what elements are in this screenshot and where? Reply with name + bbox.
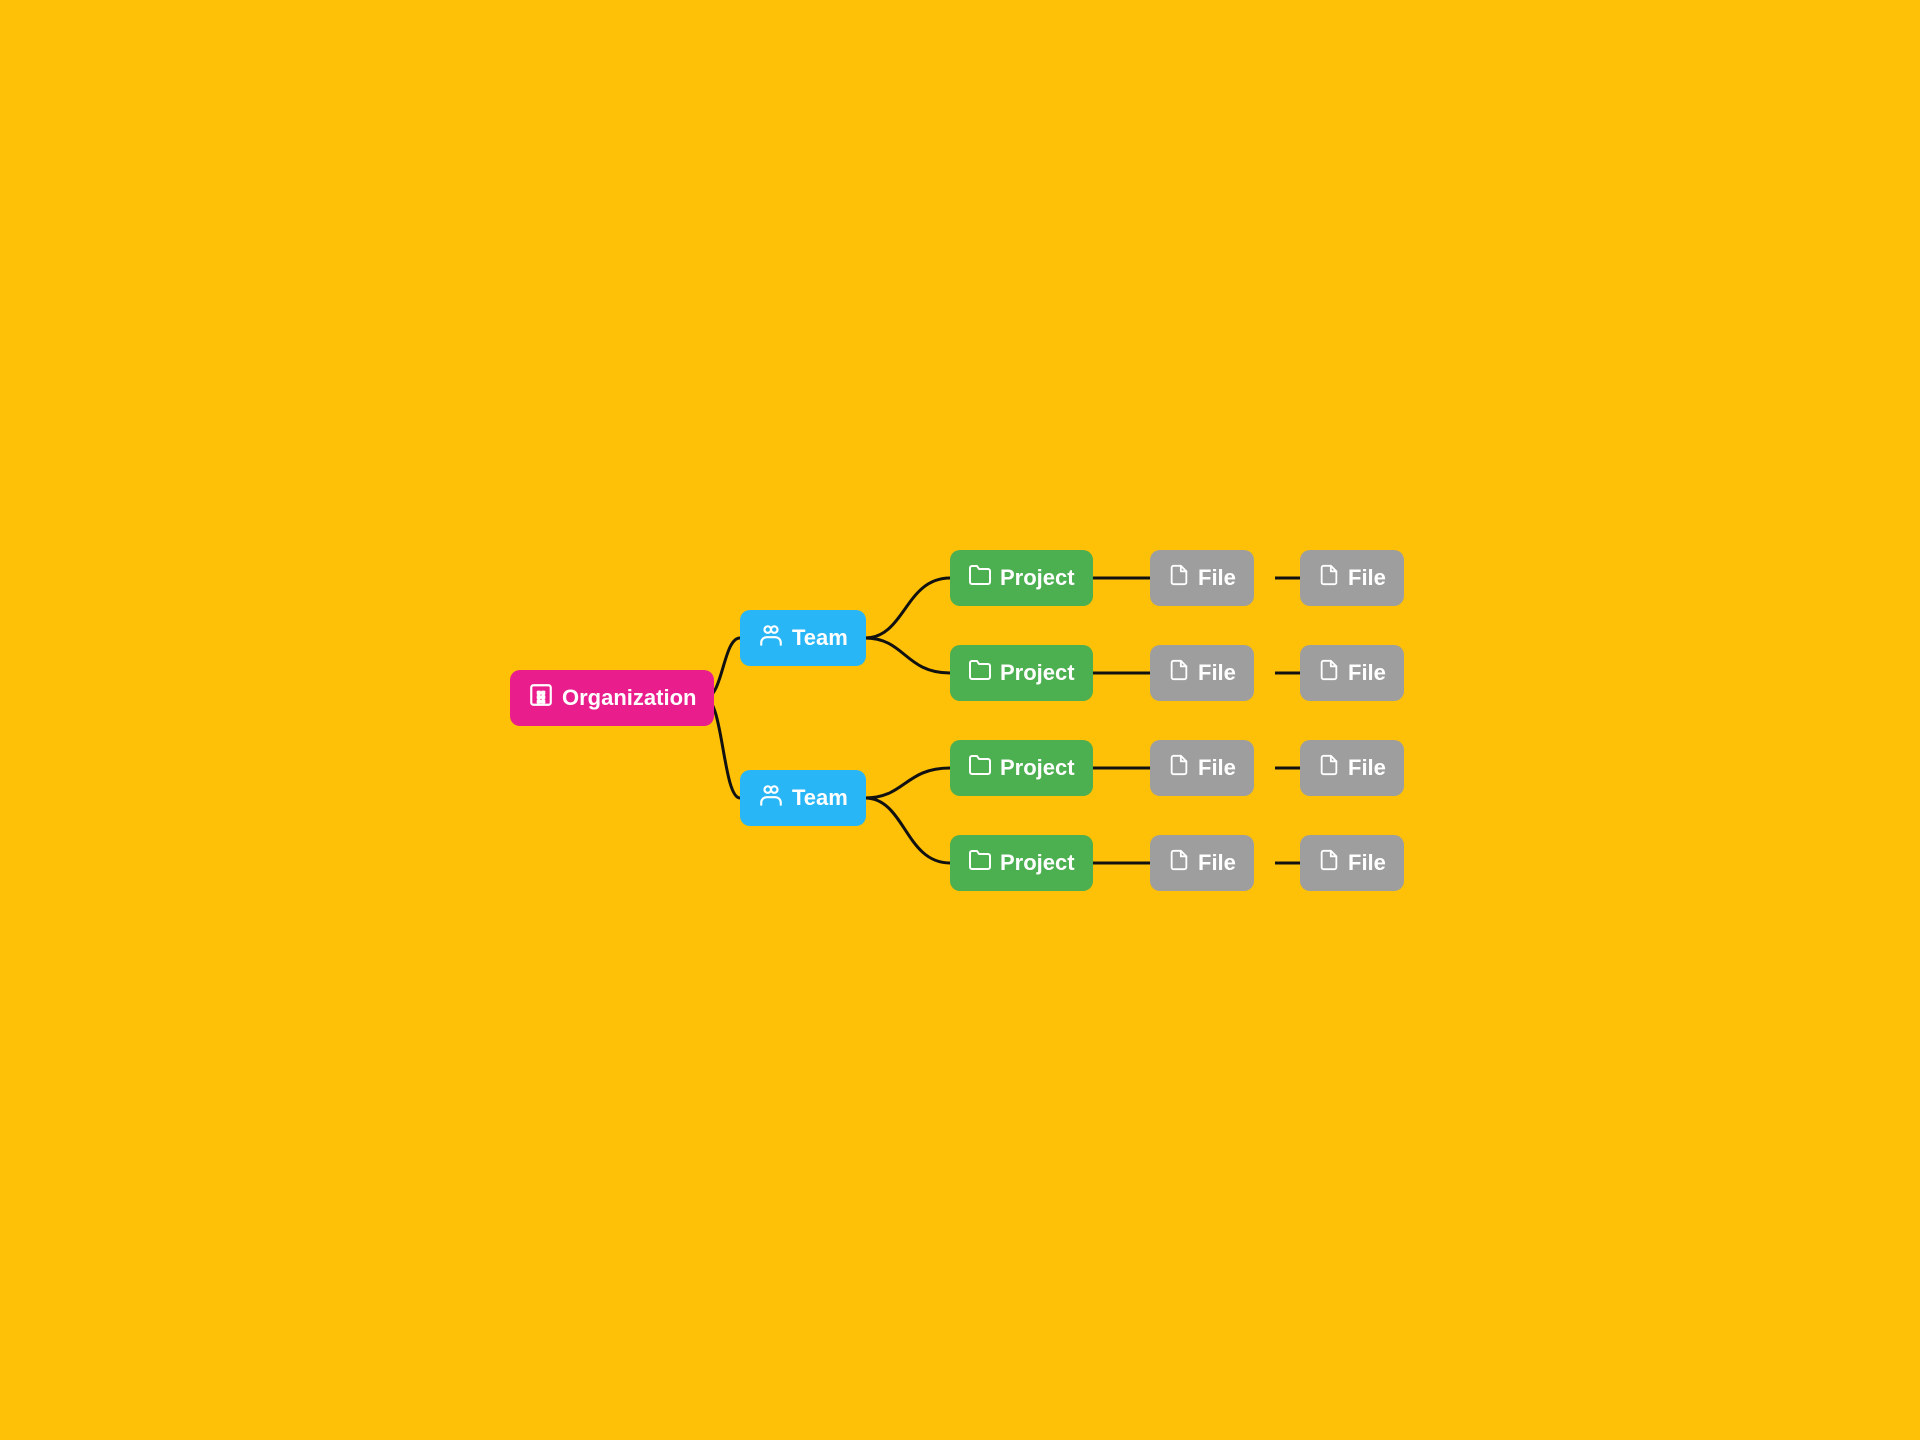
folder-icon-2 [968,658,992,688]
project3-node[interactable]: Project [950,740,1093,796]
file5-label: File [1348,565,1386,591]
project2-label: Project [1000,660,1075,686]
file-icon-8 [1318,849,1340,877]
file3-label: File [1198,755,1236,781]
file5-node[interactable]: File [1300,550,1404,606]
file-icon-3 [1168,754,1190,782]
folder-icon-3 [968,753,992,783]
file8-node[interactable]: File [1300,835,1404,891]
building-icon [528,682,554,714]
project4-node[interactable]: Project [950,835,1093,891]
file3-node[interactable]: File [1150,740,1254,796]
file7-node[interactable]: File [1300,740,1404,796]
file7-label: File [1348,755,1386,781]
file1-label: File [1198,565,1236,591]
project1-label: Project [1000,565,1075,591]
file4-node[interactable]: File [1150,835,1254,891]
team2-node[interactable]: Team [740,770,866,826]
team2-label: Team [792,785,848,811]
file-icon-1 [1168,564,1190,592]
file2-node[interactable]: File [1150,645,1254,701]
file-icon-7 [1318,754,1340,782]
organization-node[interactable]: Organization [510,670,714,726]
project3-label: Project [1000,755,1075,781]
file6-node[interactable]: File [1300,645,1404,701]
file6-label: File [1348,660,1386,686]
file4-label: File [1198,850,1236,876]
diagram: Organization Team Team [510,470,1410,970]
users-icon-1 [758,622,784,654]
file8-label: File [1348,850,1386,876]
organization-label: Organization [562,685,696,711]
file-icon-5 [1318,564,1340,592]
file-icon-6 [1318,659,1340,687]
project2-node[interactable]: Project [950,645,1093,701]
team1-label: Team [792,625,848,651]
file-icon-4 [1168,849,1190,877]
project1-node[interactable]: Project [950,550,1093,606]
team1-node[interactable]: Team [740,610,866,666]
project4-label: Project [1000,850,1075,876]
users-icon-2 [758,782,784,814]
folder-icon-1 [968,563,992,593]
file-icon-2 [1168,659,1190,687]
file1-node[interactable]: File [1150,550,1254,606]
folder-icon-4 [968,848,992,878]
file2-label: File [1198,660,1236,686]
